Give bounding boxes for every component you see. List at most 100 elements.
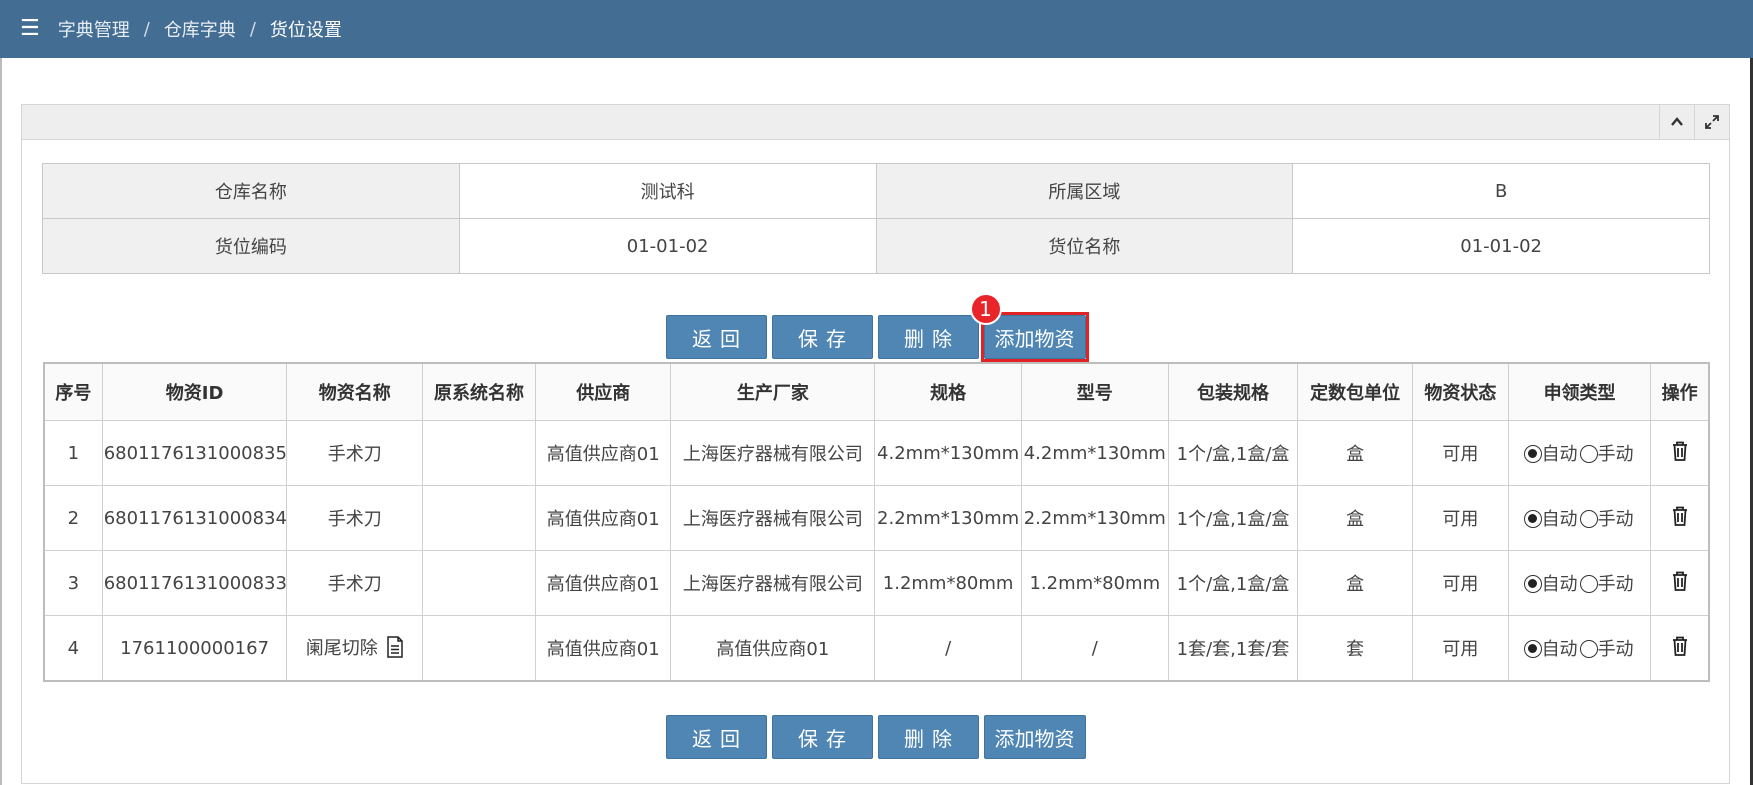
info-row: 仓库名称 测试科 所属区域 B — [42, 163, 1710, 219]
location-name-label: 货位名称 — [875, 218, 1294, 274]
radio-auto[interactable] — [1523, 445, 1542, 463]
radio-manual-label: 手动 — [1597, 639, 1634, 660]
document-icon[interactable] — [386, 635, 404, 663]
package-unit: 盒 — [1297, 550, 1413, 616]
info-row: 货位编码 01-01-02 货位名称 01-01-02 — [42, 218, 1710, 274]
original-name — [421, 485, 537, 551]
material-name-cell: 阑尾切除 — [286, 615, 423, 682]
table-row: 4 1761100000167 阑尾切除 高值供应商01 高值供应商01 / /… — [43, 615, 1710, 682]
top-bar: ☰ 字典管理 / 仓库字典 / 货位设置 — [0, 0, 1753, 58]
step-badge: 1 — [969, 293, 1002, 325]
back-button[interactable]: 返回 — [665, 715, 767, 759]
column-header: 物资名称 — [286, 362, 423, 421]
warehouse-name-value: 测试科 — [458, 163, 877, 219]
table-row: 3 6801176131000833 手术刀 高值供应商01 上海医疗器械有限公… — [43, 550, 1710, 616]
material-name: 手术刀 — [286, 550, 423, 616]
column-header: 型号 — [1020, 362, 1169, 421]
column-header: 定数包单位 — [1297, 362, 1413, 421]
original-name — [421, 420, 537, 486]
trash-icon[interactable] — [1671, 570, 1689, 597]
package-spec: 1个/盒,1盒/盒 — [1167, 550, 1299, 616]
radio-auto[interactable] — [1523, 640, 1542, 658]
trash-icon[interactable] — [1671, 635, 1689, 662]
radio-auto[interactable] — [1523, 510, 1542, 528]
area-value: B — [1292, 163, 1710, 219]
row-number: 3 — [43, 550, 103, 616]
supplier: 高值供应商01 — [535, 485, 672, 551]
radio-manual[interactable] — [1579, 510, 1598, 528]
radio-manual[interactable] — [1579, 575, 1598, 593]
frame-left-border — [0, 58, 2, 785]
table-header-row: 序号 物资ID 物资名称 原系统名称 供应商 生产厂家 规格 型号 包装规格 定… — [43, 362, 1710, 421]
radio-manual-label: 手动 — [1597, 574, 1634, 595]
location-code-label: 货位编码 — [42, 218, 460, 274]
material-id: 1761100000167 — [101, 615, 288, 682]
original-name — [421, 615, 537, 682]
save-button[interactable]: 保存 — [771, 715, 873, 759]
radio-manual-label: 手动 — [1597, 509, 1634, 530]
trash-icon[interactable] — [1671, 505, 1689, 532]
column-header: 包装规格 — [1167, 362, 1299, 421]
area-label: 所属区域 — [875, 163, 1294, 219]
material-name: 阑尾切除 — [305, 637, 378, 659]
collapse-icon[interactable] — [1659, 105, 1694, 139]
package-spec: 1套/套,1套/套 — [1167, 615, 1299, 682]
column-header: 原系统名称 — [421, 362, 537, 421]
column-header: 序号 — [43, 362, 103, 421]
material-id: 6801176131000835 — [101, 420, 288, 486]
manufacturer: 高值供应商01 — [670, 615, 876, 682]
package-spec: 1个/盒,1盒/盒 — [1167, 420, 1299, 486]
material-status: 可用 — [1411, 485, 1509, 551]
request-type: 自动 手动 — [1507, 550, 1652, 616]
column-header: 物资ID — [101, 362, 288, 421]
request-type: 自动 手动 — [1507, 485, 1652, 551]
column-header: 物资状态 — [1411, 362, 1509, 421]
add-material-highlight: 添加物资 1 — [969, 293, 1089, 362]
material-name: 手术刀 — [286, 420, 423, 486]
trash-icon[interactable] — [1671, 440, 1689, 467]
table-row: 1 6801176131000835 手术刀 高值供应商01 上海医疗器械有限公… — [43, 420, 1710, 486]
material-status: 可用 — [1411, 420, 1509, 486]
spec: / — [874, 615, 1022, 682]
radio-auto-label: 自动 — [1541, 509, 1578, 530]
column-header: 规格 — [874, 362, 1022, 421]
expand-icon[interactable] — [1694, 105, 1729, 139]
row-number: 4 — [43, 615, 103, 682]
radio-manual[interactable] — [1579, 445, 1598, 463]
breadcrumb-item-dictionary[interactable]: 字典管理 — [58, 16, 130, 42]
row-actions — [1650, 615, 1710, 682]
row-actions — [1650, 420, 1710, 486]
column-header: 生产厂家 — [670, 362, 876, 421]
model: 2.2mm*130mm — [1020, 485, 1169, 551]
delete-button[interactable]: 删除 — [877, 715, 979, 759]
package-unit: 套 — [1297, 615, 1413, 682]
menu-icon[interactable]: ☰ — [20, 18, 40, 40]
warehouse-name-label: 仓库名称 — [42, 163, 460, 219]
panel-header — [22, 105, 1729, 140]
supplier: 高值供应商01 — [535, 420, 672, 486]
radio-manual[interactable] — [1579, 640, 1598, 658]
radio-auto-label: 自动 — [1541, 574, 1578, 595]
supplier: 高值供应商01 — [535, 615, 672, 682]
panel-tools — [1659, 105, 1729, 139]
material-id: 6801176131000834 — [101, 485, 288, 551]
location-name-value: 01-01-02 — [1292, 218, 1710, 274]
spec: 4.2mm*130mm — [874, 420, 1022, 486]
materials-table: 序号 物资ID 物资名称 原系统名称 供应商 生产厂家 规格 型号 包装规格 定… — [43, 362, 1710, 682]
package-unit: 盒 — [1297, 420, 1413, 486]
radio-auto[interactable] — [1523, 575, 1542, 593]
model: / — [1020, 615, 1169, 682]
add-material-button[interactable]: 添加物资 — [983, 715, 1086, 759]
original-name — [421, 550, 537, 616]
delete-button[interactable]: 删除 — [877, 315, 979, 359]
back-button[interactable]: 返回 — [665, 315, 767, 359]
manufacturer: 上海医疗器械有限公司 — [670, 485, 876, 551]
location-info-table: 仓库名称 测试科 所属区域 B 货位编码 01-01-02 货位名称 01-01… — [42, 163, 1710, 274]
breadcrumb-item-warehouse-dictionary[interactable]: 仓库字典 — [164, 16, 236, 42]
material-status: 可用 — [1411, 615, 1509, 682]
column-header: 申领类型 — [1507, 362, 1652, 421]
model: 1.2mm*80mm — [1020, 550, 1169, 616]
radio-auto-label: 自动 — [1541, 444, 1578, 465]
save-button[interactable]: 保存 — [771, 315, 873, 359]
add-material-button[interactable]: 添加物资 — [983, 315, 1086, 359]
